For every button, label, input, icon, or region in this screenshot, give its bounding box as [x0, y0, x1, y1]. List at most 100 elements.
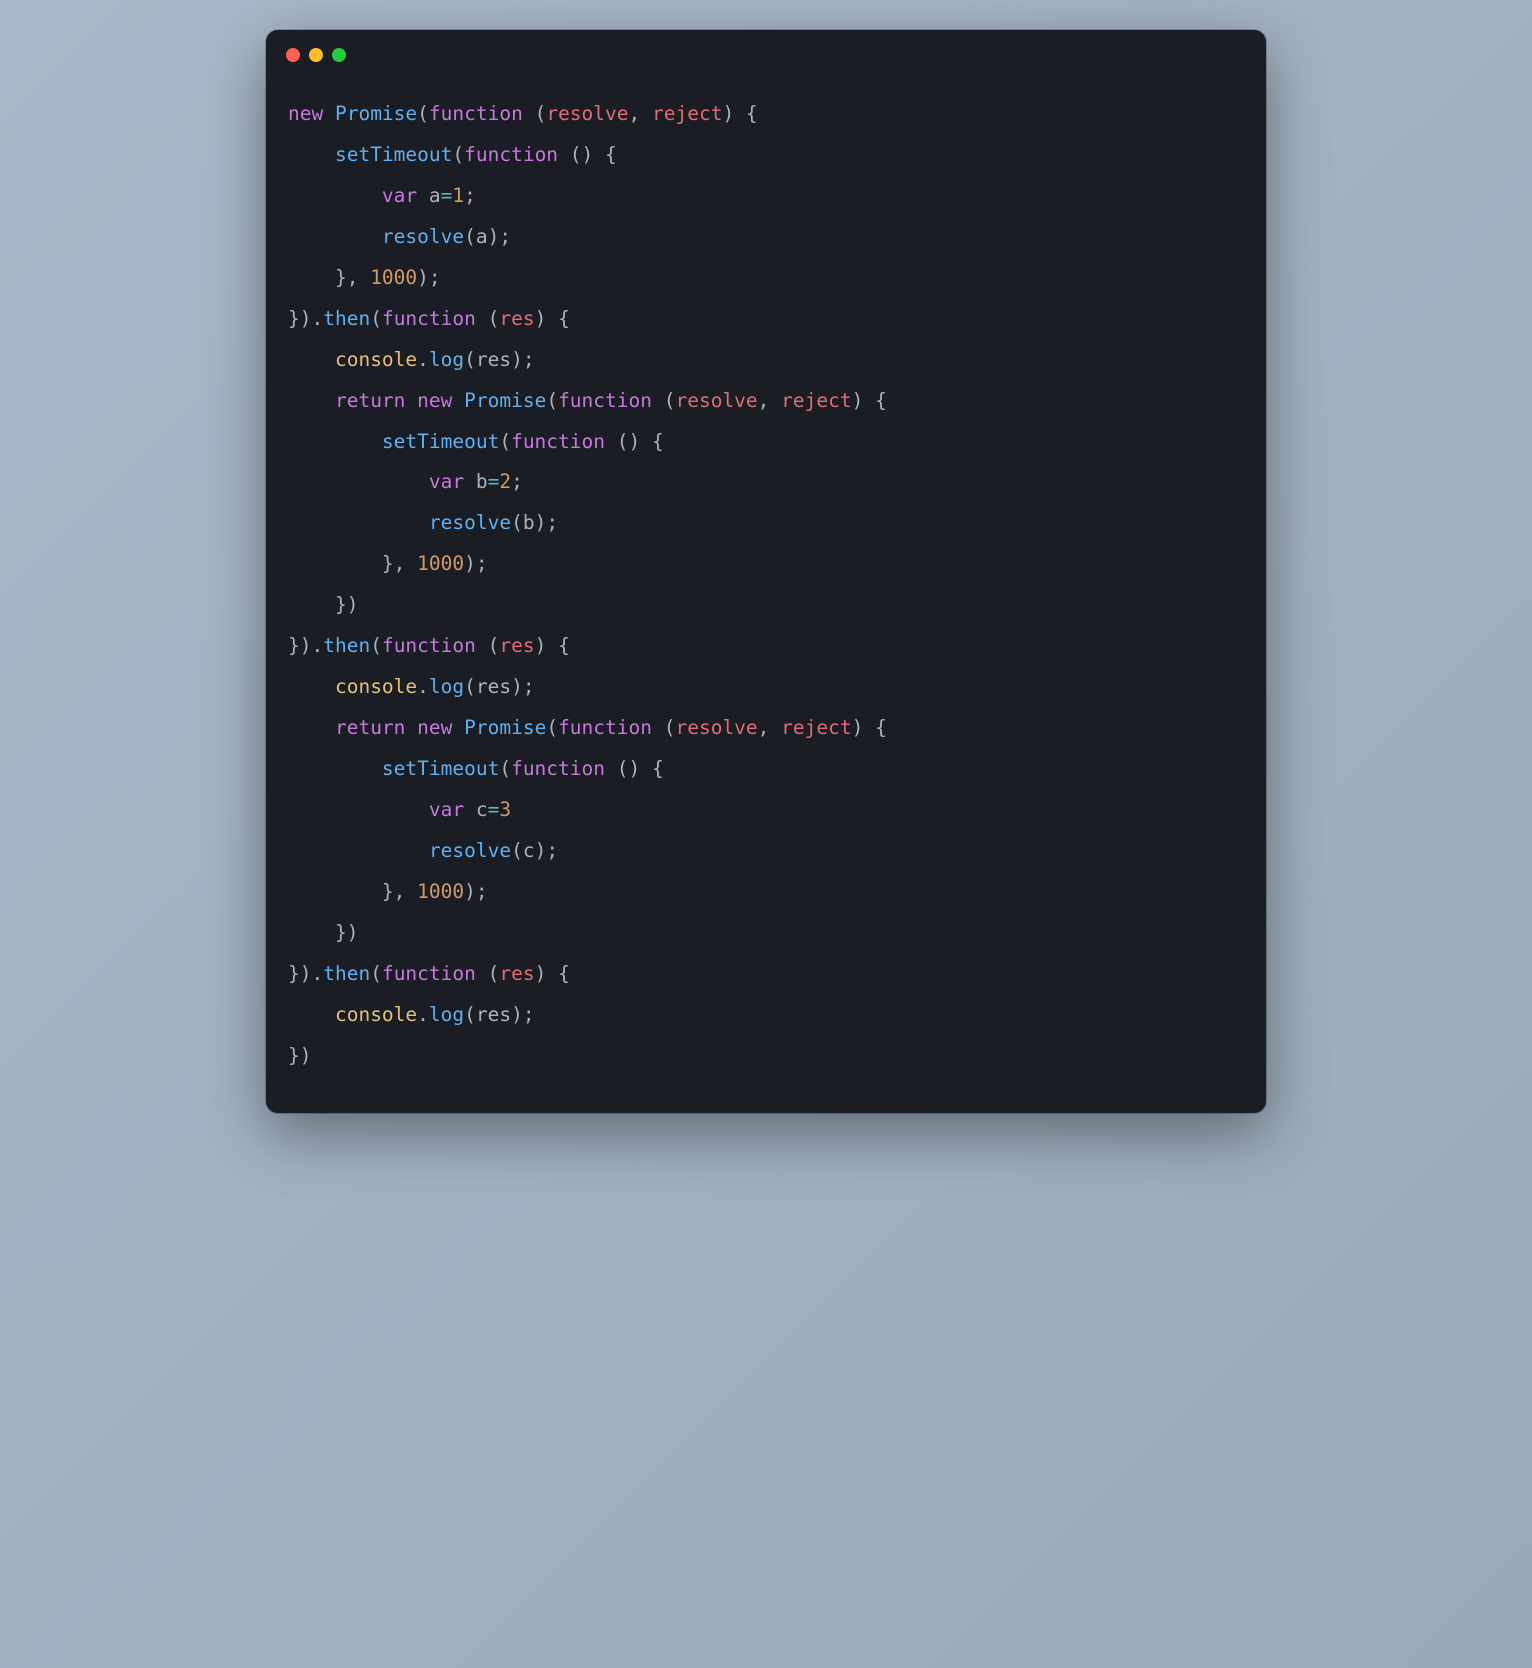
window-titlebar: [266, 30, 1266, 70]
code-token: (: [464, 1003, 476, 1026]
code-token: function: [558, 389, 664, 412]
code-token: 3: [499, 798, 511, 821]
code-token: return: [335, 389, 417, 412]
code-token: }): [288, 1044, 311, 1067]
code-token: setTimeout: [382, 757, 499, 780]
code-token: );: [511, 348, 534, 371]
code-token: reject: [781, 716, 851, 739]
code-token: [288, 348, 335, 371]
code-token: },: [288, 552, 417, 575]
code-token: ;: [511, 470, 523, 493]
code-token: () {: [617, 757, 664, 780]
code-token: 1000: [370, 266, 417, 289]
code-token: res: [499, 962, 534, 985]
code-token: var: [429, 798, 476, 821]
code-token: (: [499, 430, 511, 453]
code-token: c: [476, 798, 488, 821]
code-token: resolve: [675, 389, 757, 412]
code-token: (: [535, 102, 547, 125]
code-token: resolve: [382, 225, 464, 248]
code-token: (: [370, 307, 382, 330]
code-token: [288, 675, 335, 698]
code-token: },: [288, 880, 417, 903]
code-token: );: [511, 675, 534, 698]
code-token: );: [417, 266, 440, 289]
close-icon[interactable]: [286, 48, 300, 62]
code-token: setTimeout: [335, 143, 452, 166]
code-token: ,: [758, 716, 781, 739]
code-window: new Promise(function (resolve, reject) {…: [266, 30, 1266, 1113]
code-token: res: [499, 307, 534, 330]
code-token: [288, 716, 335, 739]
code-token: (: [464, 225, 476, 248]
code-token: resolve: [429, 839, 511, 862]
code-token: ,: [758, 389, 781, 412]
code-token: console: [335, 675, 417, 698]
code-token: ) {: [535, 962, 570, 985]
code-token: [288, 757, 382, 780]
code-token: ) {: [535, 634, 570, 657]
code-token: [288, 143, 335, 166]
code-token: Promise: [464, 716, 546, 739]
code-token: );: [488, 225, 511, 248]
code-token: res: [476, 348, 511, 371]
code-token: );: [511, 1003, 534, 1026]
code-token: );: [464, 552, 487, 575]
code-token: function: [382, 634, 488, 657]
code-token: [288, 184, 382, 207]
code-token: res: [476, 1003, 511, 1026]
code-token: ) {: [722, 102, 757, 125]
code-token: function: [429, 102, 535, 125]
code-token: new: [417, 389, 464, 412]
code-block: new Promise(function (resolve, reject) {…: [266, 70, 1266, 1113]
code-token: .: [417, 348, 429, 371]
code-token: [288, 511, 429, 534]
code-token: var: [382, 184, 429, 207]
code-token: =: [441, 184, 453, 207]
code-token: console: [335, 1003, 417, 1026]
code-token: b: [476, 470, 488, 493]
code-token: 1: [452, 184, 464, 207]
code-token: a: [429, 184, 441, 207]
code-token: .: [417, 1003, 429, 1026]
code-token: =: [488, 798, 500, 821]
code-token: Promise: [464, 389, 546, 412]
code-token: function: [382, 307, 488, 330]
code-token: );: [535, 839, 558, 862]
code-token: Promise: [335, 102, 417, 125]
code-token: ) {: [852, 716, 887, 739]
code-token: ,: [629, 102, 652, 125]
code-token: new: [288, 102, 335, 125]
code-token: [288, 839, 429, 862]
code-token: b: [523, 511, 535, 534]
code-token: (: [511, 511, 523, 534]
code-token: function: [558, 716, 664, 739]
code-token: console: [335, 348, 417, 371]
code-token: then: [323, 962, 370, 985]
code-token: [288, 1003, 335, 1026]
code-token: ;: [464, 184, 476, 207]
maximize-icon[interactable]: [332, 48, 346, 62]
code-token: [288, 389, 335, 412]
code-token: resolve: [546, 102, 628, 125]
code-token: 2: [499, 470, 511, 493]
code-token: function: [511, 757, 617, 780]
code-token: },: [288, 266, 370, 289]
code-token: resolve: [429, 511, 511, 534]
code-token: ) {: [852, 389, 887, 412]
code-token: (: [546, 716, 558, 739]
code-token: function: [511, 430, 617, 453]
code-token: (: [499, 757, 511, 780]
code-token: () {: [617, 430, 664, 453]
code-token: (: [452, 143, 464, 166]
code-token: reject: [652, 102, 722, 125]
code-token: [288, 225, 382, 248]
code-token: =: [488, 470, 500, 493]
code-token: reject: [781, 389, 851, 412]
code-token: (: [664, 389, 676, 412]
code-token: (: [464, 348, 476, 371]
minimize-icon[interactable]: [309, 48, 323, 62]
code-token: a: [476, 225, 488, 248]
code-token: new: [417, 716, 464, 739]
code-token: res: [499, 634, 534, 657]
